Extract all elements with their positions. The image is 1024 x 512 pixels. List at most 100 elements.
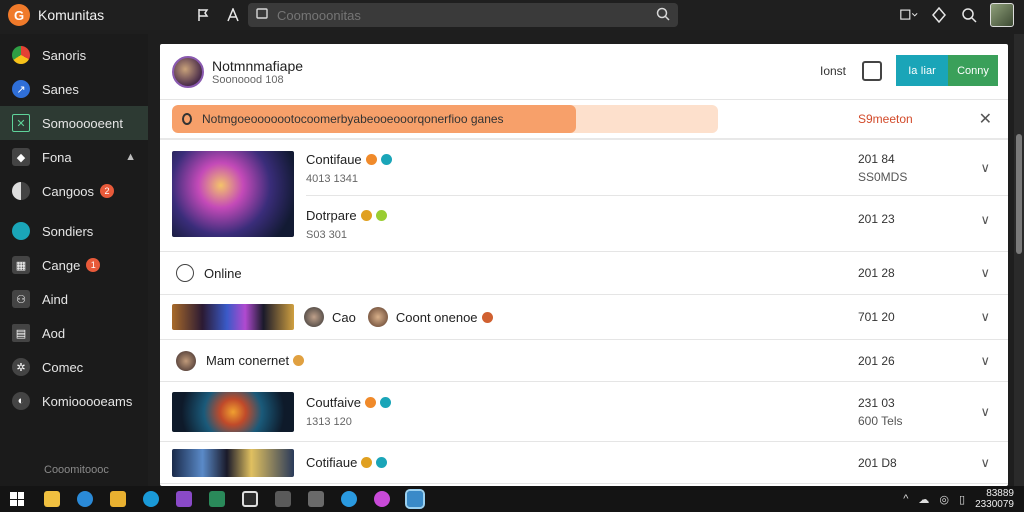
sidebar-item-somooooeent[interactable]: ✕ Somooooeent <box>0 106 148 140</box>
sidebar-item-fona[interactable]: ◆ Fona ▲ <box>0 140 148 174</box>
secondary-button[interactable]: Conny <box>948 55 998 86</box>
feed-item-subtitle: 4013 1341 <box>306 173 358 185</box>
terminal-icon[interactable] <box>242 491 258 507</box>
browser-icon[interactable] <box>143 491 159 507</box>
header-link[interactable]: Ionst <box>820 64 846 78</box>
status-dot-icon <box>360 210 372 221</box>
system-clock[interactable]: 83889 2330079 <box>975 488 1014 510</box>
folder-icon[interactable] <box>44 491 60 507</box>
chevron-down-icon[interactable]: ∨ <box>980 265 990 281</box>
sidebar-item-label: Aod <box>42 325 66 341</box>
search-icon <box>256 7 269 23</box>
sidebar-item-cange[interactable]: ▦ Cange 1 <box>0 248 148 282</box>
feed-row[interactable]: Mam conernet 201 26 ∨ <box>160 340 1008 382</box>
store-icon: ▦ <box>12 256 30 274</box>
feed-row[interactable]: Coutfaive 1313 120 231 03 600 Tels ∨ <box>160 382 1008 442</box>
scrollbar-thumb[interactable] <box>1016 134 1022 254</box>
sidebar-item-label: Sanes <box>42 81 79 97</box>
feed-item-title-secondary: Coont onenoe <box>395 309 478 325</box>
network-icon[interactable]: ☁ <box>918 493 929 506</box>
chevron-down-icon[interactable]: ∨ <box>980 404 990 420</box>
alert-action-link[interactable]: S9meeton <box>858 112 913 126</box>
chevron-down-icon[interactable]: ∨ <box>980 455 990 471</box>
feed-item-date: 701 20 <box>858 310 895 324</box>
volume-icon[interactable]: ◎ <box>939 493 949 506</box>
user-avatar[interactable] <box>304 307 324 327</box>
half-circle-icon <box>12 182 30 200</box>
user-avatar[interactable] <box>990 3 1014 27</box>
excel-icon[interactable] <box>209 491 225 507</box>
sidebar-item-cangoos[interactable]: Cangoos 2 <box>0 174 148 208</box>
magnifier-icon[interactable] <box>656 7 670 24</box>
sidebar-item-sondiers[interactable]: Sondiers <box>0 214 148 248</box>
sidebar-item-aind[interactable]: ⚇ Aind <box>0 282 148 316</box>
search-input[interactable] <box>277 7 656 23</box>
sidebar-item-aod[interactable]: ▤ Aod <box>0 316 148 350</box>
feed-item-subtitle: 1313 120 <box>306 416 352 428</box>
sidebar-item-comec[interactable]: ✲ Comec <box>0 350 148 384</box>
active-app-icon[interactable] <box>405 489 425 509</box>
feed-item-date: 201 23 <box>858 212 895 226</box>
chevron-down-icon[interactable]: ∨ <box>980 212 990 228</box>
status-dot-icon <box>293 355 305 366</box>
feed-row[interactable]: Online 201 28 ∨ <box>160 252 1008 295</box>
alert-progress-bar: Notmgoeooooootocoomerbyabeooeooorqonerfi… <box>172 105 718 133</box>
scissors-icon[interactable] <box>275 491 291 507</box>
feed-group: Contifaue 4013 1341 201 84 SS0MDS ∨ Dotr… <box>160 140 1008 252</box>
shape-icon[interactable] <box>930 6 948 24</box>
checkbox-dropdown-icon[interactable] <box>900 6 918 24</box>
user-avatar[interactable] <box>367 307 388 327</box>
search-box[interactable] <box>248 3 678 27</box>
chevron-down-icon[interactable]: ∨ <box>980 160 990 176</box>
chevron-up-icon[interactable]: ^ <box>903 493 908 505</box>
visual-studio-icon[interactable] <box>176 491 192 507</box>
feed-row[interactable]: Cotifiaue 201 D8 ∨ <box>160 442 1008 484</box>
media-icon[interactable] <box>308 491 324 507</box>
scrollbar[interactable] <box>1014 34 1024 486</box>
taskbar: ^ ☁ ◎ ▯ 83889 2330079 <box>0 486 1024 512</box>
edge-icon[interactable] <box>77 491 93 507</box>
user-avatar[interactable] <box>176 350 196 371</box>
feed-item-date-sub: 600 Tels <box>858 414 903 428</box>
feed-item-date: 201 84 <box>858 152 895 166</box>
feed-row[interactable]: Contifaue 4013 1341 201 84 SS0MDS ∨ <box>306 140 1008 196</box>
paint-icon[interactable] <box>374 491 390 507</box>
profile-avatar[interactable] <box>172 55 204 88</box>
battery-icon[interactable]: ▯ <box>959 493 965 506</box>
bag-icon[interactable] <box>862 60 882 81</box>
file-explorer-icon[interactable] <box>110 491 126 507</box>
app-logo-icon[interactable]: G <box>8 4 30 26</box>
font-icon[interactable] <box>224 6 242 24</box>
sidebar-footer: Cooomitoooc <box>44 464 109 476</box>
feed-thumbnail[interactable] <box>172 448 294 477</box>
close-icon[interactable]: ✕ <box>979 109 992 129</box>
sidebar-item-label: Fona <box>42 149 72 165</box>
search-icon-secondary[interactable] <box>960 6 978 24</box>
feed-thumbnail[interactable] <box>172 304 294 330</box>
profile-subtitle: Soonoood 108 <box>212 73 284 86</box>
sidebar-item-label: Cange <box>42 257 81 273</box>
feed-item-date: 201 D8 <box>858 455 897 470</box>
sidebar-item-sanes[interactable]: ↗ Sanes <box>0 72 148 106</box>
alert-text: Notmgoeooooootocoomerbyabeooeooorqonerfi… <box>202 112 504 126</box>
clock-time: 83889 <box>986 488 1014 499</box>
notification-badge: 2 <box>100 184 115 198</box>
chevron-up-icon[interactable]: ▲ <box>125 151 136 163</box>
clock-icon <box>176 264 194 282</box>
chevron-down-icon[interactable]: ∨ <box>980 353 990 369</box>
feed-thumbnail[interactable] <box>172 151 294 237</box>
chevron-down-icon[interactable]: ∨ <box>980 309 990 325</box>
feed-thumbnail[interactable] <box>172 391 294 432</box>
alert-icon <box>182 113 192 125</box>
feed-item-title: Online <box>204 265 242 281</box>
windows-start-icon[interactable] <box>10 492 24 506</box>
flag-icon[interactable] <box>194 6 212 24</box>
profile-name: Notmnmafiape <box>212 57 304 74</box>
sidebar-item-komiooooeams[interactable]: ◐ Komiooooeams <box>0 384 148 418</box>
chrome-icon <box>12 46 30 64</box>
sidebar-item-sanoris[interactable]: Sanoris <box>0 38 148 72</box>
primary-button[interactable]: Ia Iiar <box>896 55 948 86</box>
feed-row[interactable]: Dotrpare S03 301 201 23 ∨ <box>306 196 1008 252</box>
chrome-icon[interactable] <box>341 491 357 507</box>
feed-row[interactable]: Cao Coont onenoe 701 20 ∨ <box>160 295 1008 340</box>
